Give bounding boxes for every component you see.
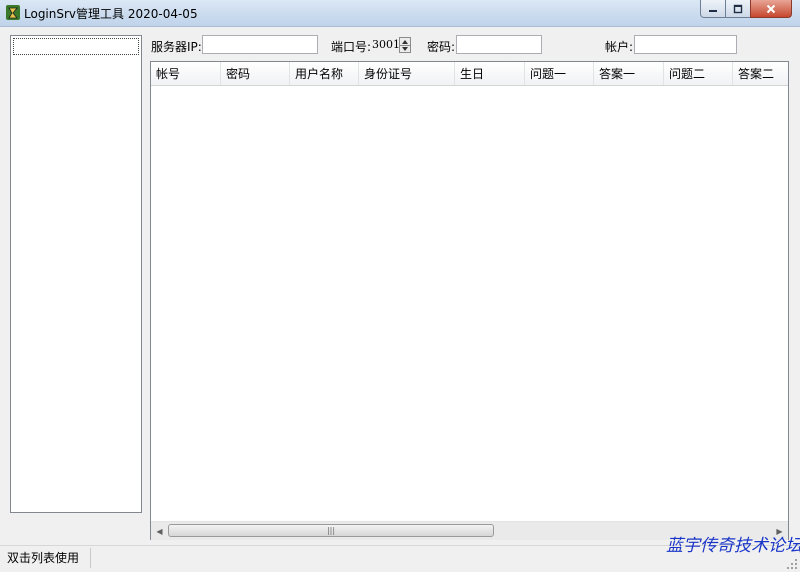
account-input[interactable] xyxy=(634,35,737,54)
spinner-down-icon[interactable] xyxy=(400,45,410,52)
port-spinner[interactable] xyxy=(399,37,411,53)
password-label: 密码: xyxy=(427,40,456,54)
status-text: 双击列表使用 xyxy=(2,548,91,568)
port-label: 端口号: xyxy=(331,40,372,54)
server-ip-input[interactable] xyxy=(202,35,318,54)
resize-grip-icon[interactable] xyxy=(786,558,798,570)
server-list-panel[interactable] xyxy=(10,35,142,513)
column-header-password[interactable]: 密码 xyxy=(221,62,290,85)
port-input[interactable]: 3001 xyxy=(372,38,400,51)
minimize-button[interactable] xyxy=(700,0,726,18)
account-label: 帐户: xyxy=(605,40,634,54)
column-header-birthday[interactable]: 生日 xyxy=(455,62,525,85)
server-list-focus-item[interactable] xyxy=(13,38,139,55)
column-header-answer-1[interactable]: 答案一 xyxy=(594,62,664,85)
close-button[interactable] xyxy=(750,0,792,18)
window-title: LoginSrv管理工具 2020-04-05 xyxy=(24,7,198,21)
account-list[interactable]: 帐号 密码 用户名称 身份证号 生日 问题一 答案一 问题二 答案二 ◀ |||… xyxy=(150,61,789,540)
close-icon xyxy=(766,4,776,13)
column-header-answer-2[interactable]: 答案二 xyxy=(733,62,788,85)
minimize-icon xyxy=(709,9,717,12)
app-icon xyxy=(6,5,20,20)
list-header: 帐号 密码 用户名称 身份证号 生日 问题一 答案一 问题二 答案二 xyxy=(151,62,788,86)
maximize-icon xyxy=(733,4,743,13)
title-bar[interactable]: LoginSrv管理工具 2020-04-05 xyxy=(0,0,800,27)
column-header-question-2[interactable]: 问题二 xyxy=(664,62,733,85)
scroll-thumb[interactable]: ||| xyxy=(168,524,494,537)
column-header-id-number[interactable]: 身份证号 xyxy=(359,62,455,85)
forum-watermark: 蓝宇传奇技术论坛 xyxy=(666,536,800,556)
server-ip-label: 服务器IP: xyxy=(151,40,202,54)
column-header-account[interactable]: 帐号 xyxy=(151,62,221,85)
scroll-left-icon[interactable]: ◀ xyxy=(151,522,168,540)
column-header-username[interactable]: 用户名称 xyxy=(290,62,359,85)
password-input[interactable] xyxy=(456,35,542,54)
column-header-question-1[interactable]: 问题一 xyxy=(525,62,594,85)
maximize-button[interactable] xyxy=(725,0,751,18)
main-window: LoginSrv管理工具 2020-04-05 服务器IP: 端口号: 3001… xyxy=(0,0,800,572)
window-controls xyxy=(700,0,792,18)
